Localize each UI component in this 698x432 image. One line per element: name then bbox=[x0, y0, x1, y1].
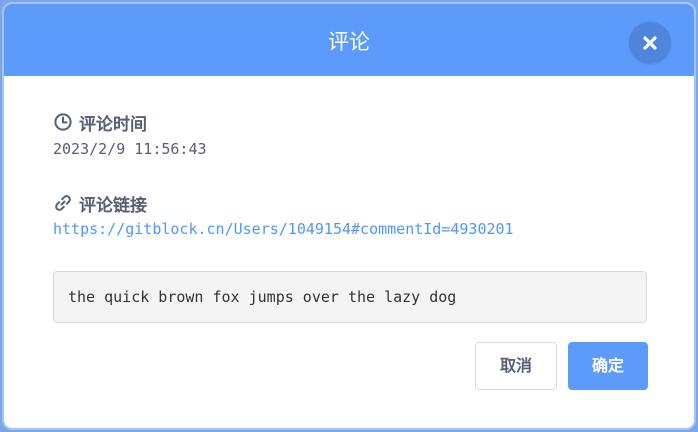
comment-link-heading: 评论链接 bbox=[53, 191, 147, 216]
cancel-button[interactable]: 取消 bbox=[475, 342, 557, 390]
clock-icon bbox=[53, 112, 73, 132]
dialog-title: 评论 bbox=[328, 30, 370, 54]
link-icon bbox=[53, 193, 73, 213]
comment-time-label: 评论时间 bbox=[79, 114, 147, 135]
comment-time-value: 2023/2/9 11:56:43 bbox=[53, 140, 207, 158]
comment-link-url[interactable]: https://gitblock.cn/Users/1049154#commen… bbox=[53, 220, 514, 238]
confirm-button[interactable]: 确定 bbox=[568, 342, 648, 390]
comment-time-heading: 评论时间 bbox=[53, 110, 147, 135]
dialog-header: 评论 bbox=[4, 4, 694, 76]
close-button[interactable] bbox=[629, 22, 671, 64]
comment-dialog: 评论 评论时间 2023/2/9 11:56:43 评论链接 https://g… bbox=[4, 4, 694, 428]
comment-link-label: 评论链接 bbox=[79, 195, 147, 216]
comment-content-box: the quick brown fox jumps over the lazy … bbox=[53, 271, 647, 323]
comment-text: the quick brown fox jumps over the lazy … bbox=[68, 288, 457, 306]
close-icon bbox=[643, 36, 657, 50]
